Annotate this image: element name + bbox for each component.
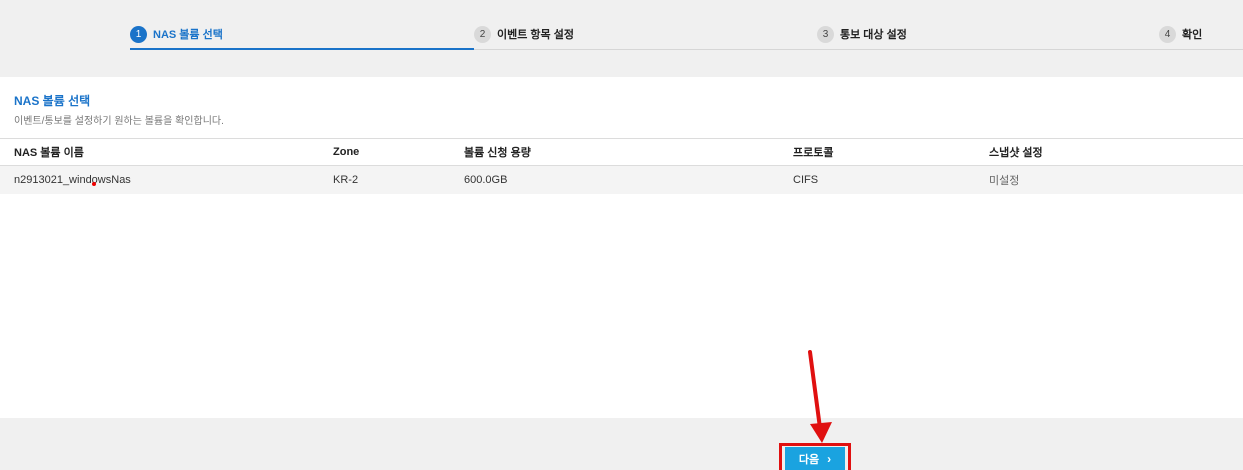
- nas-volume-table: NAS 볼륨 이름 Zone 볼륨 신청 용량 프로토콜 스냅샷 설정 n291…: [0, 138, 1243, 194]
- cell-capacity: 600.0GB: [464, 174, 508, 186]
- step-3[interactable]: 3 통보 대상 설정: [817, 25, 907, 43]
- cell-protocol: CIFS: [793, 174, 819, 186]
- step-3-label: 통보 대상 설정: [840, 29, 907, 41]
- step-3-number: 3: [817, 25, 834, 43]
- table-header: NAS 볼륨 이름 Zone 볼륨 신청 용량 프로토콜 스냅샷 설정: [0, 138, 1243, 166]
- step-2-label: 이벤트 항목 설정: [497, 29, 574, 41]
- column-header-zone[interactable]: Zone: [333, 139, 359, 165]
- column-header-volume-name[interactable]: NAS 볼륨 이름: [14, 139, 84, 165]
- step-1-label: NAS 볼륨 선택: [153, 29, 223, 41]
- column-header-snapshot[interactable]: 스냅샷 설정: [989, 139, 1043, 165]
- main-panel: NAS 볼륨 선택 이벤트/통보를 설정하기 원하는 볼륨을 확인합니다. NA…: [0, 77, 1243, 418]
- cell-volume-name: n2913021_windowsNas: [14, 174, 131, 186]
- step-4-label: 확인: [1182, 29, 1203, 41]
- step-1-number: 1: [130, 25, 147, 43]
- step-2-number: 2: [474, 25, 491, 43]
- column-header-protocol[interactable]: 프로토콜: [793, 139, 833, 165]
- column-header-capacity[interactable]: 볼륨 신청 용량: [464, 139, 531, 165]
- section-title: NAS 볼륨 선택: [14, 94, 91, 108]
- cursor-dot-marker: [92, 182, 96, 186]
- step-2[interactable]: 2 이벤트 항목 설정: [474, 25, 574, 43]
- step-4[interactable]: 4 확인: [1159, 25, 1202, 43]
- table-row[interactable]: n2913021_windowsNas KR-2 600.0GB CIFS 미설…: [0, 166, 1243, 194]
- stepper: 1 NAS 볼륨 선택 2 이벤트 항목 설정 3 통보 대상 설정 4 확인: [0, 0, 1243, 77]
- cell-zone: KR-2: [333, 174, 359, 186]
- chevron-right-icon: ›: [827, 451, 832, 466]
- step-1[interactable]: 1 NAS 볼륨 선택: [130, 25, 223, 43]
- next-button-label: 다음: [798, 453, 820, 466]
- cell-snapshot: 미설정: [989, 175, 1020, 187]
- step-4-number: 4: [1159, 25, 1176, 43]
- next-button[interactable]: 다음 ›: [785, 447, 845, 470]
- section-description: 이벤트/통보를 설정하기 원하는 볼륨을 확인합니다.: [14, 116, 224, 127]
- active-step-underline: [130, 48, 474, 50]
- footer-bar: [0, 418, 1243, 470]
